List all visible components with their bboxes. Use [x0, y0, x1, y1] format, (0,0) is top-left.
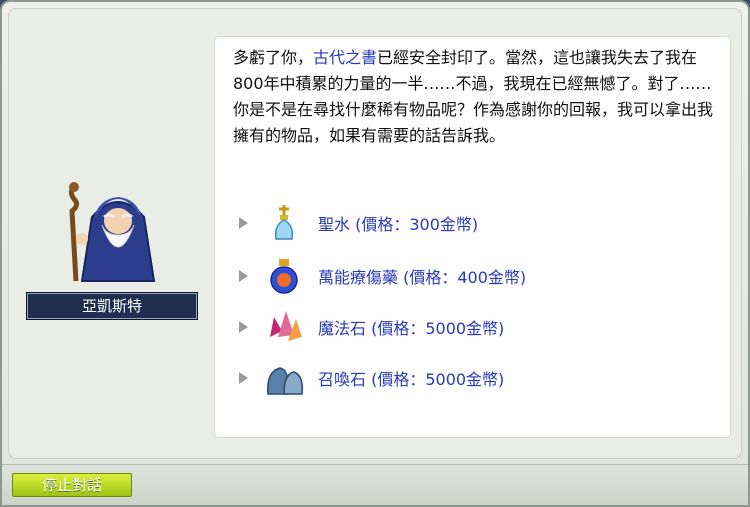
holy-water-icon — [274, 205, 294, 240]
bullet-arrow-icon — [239, 217, 248, 229]
npc-name-plate: 亞凱斯特 — [27, 293, 197, 319]
option-label: 聖水 (價格：300金幣) — [318, 215, 479, 234]
shop-option-elixir[interactable]: 萬能療傷藥 (價格：400金幣) — [239, 256, 639, 296]
summon-stone-icon — [267, 367, 304, 395]
option-label: 萬能療傷藥 (價格：400金幣) — [318, 268, 527, 287]
npc-dialog-window: 亞凱斯特 多虧了你，古代之書已經安全封印了。當然，這也讓我失去了我在800年中積… — [0, 0, 750, 507]
dialog-box: 多虧了你，古代之書已經安全封印了。當然，這也讓我失去了我在800年中積累的力量的… — [215, 37, 730, 437]
shop-option-magic-stone[interactable]: 魔法石 (價格：5000金幣) — [239, 307, 639, 347]
bullet-arrow-icon — [239, 270, 248, 282]
elixir-potion-icon — [270, 259, 298, 294]
npc-portrait: 亞凱斯特 — [22, 172, 202, 322]
option-label: 召喚石 (價格：5000金幣) — [318, 370, 505, 389]
bullet-arrow-icon — [239, 372, 248, 384]
dialog-text-start: 多虧了你， — [233, 48, 314, 67]
shop-option-summon-stone[interactable]: 召喚石 (價格：5000金幣) — [239, 358, 639, 398]
dialog-highlight-item: 古代之書 — [313, 48, 378, 67]
dialog-footer: 停止對話 — [2, 464, 748, 505]
wizard-npc-icon — [68, 182, 156, 282]
option-label: 魔法石 (價格：5000金幣) — [318, 319, 505, 338]
shop-option-holy-water[interactable]: 聖水 (價格：300金幣) — [239, 203, 639, 243]
bullet-arrow-icon — [239, 321, 248, 333]
stop-conversation-button[interactable]: 停止對話 — [12, 473, 132, 497]
magic-stone-icon — [270, 311, 302, 341]
dialog-text: 多虧了你，古代之書已經安全封印了。當然，這也讓我失去了我在800年中積累的力量的… — [233, 45, 715, 149]
